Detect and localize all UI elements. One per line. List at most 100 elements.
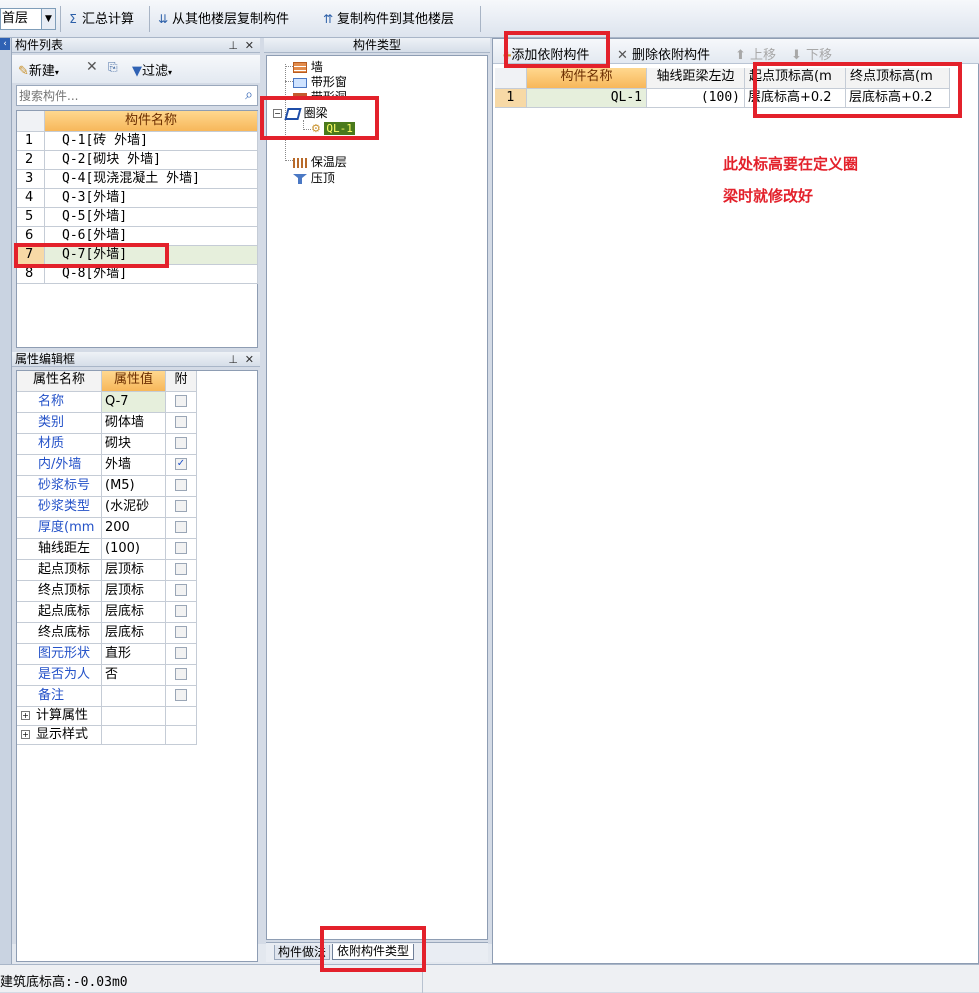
collapse-left-icon[interactable]: ‹ <box>0 38 10 50</box>
copy-down-icon: ⇊ <box>157 12 169 26</box>
property-value-cell[interactable]: 砌块 <box>102 434 166 455</box>
copy-to-floor-button[interactable]: ⇈ 复制构件到其他楼层 <box>321 9 454 29</box>
property-group-label: 计算属性 <box>36 708 89 723</box>
property-value-cell[interactable]: 200 <box>102 518 166 539</box>
pin-icon[interactable]: ⊥ <box>228 352 238 367</box>
property-value-cell[interactable]: Q-7 <box>102 392 166 413</box>
row-number[interactable]: 1 <box>17 132 45 151</box>
property-value-cell[interactable]: 层底标 <box>102 623 166 644</box>
attach-checkbox[interactable] <box>175 667 187 680</box>
move-down-button[interactable]: ⬇ 下移 <box>791 44 832 63</box>
component-list-title: 构件列表 <box>15 38 64 52</box>
property-group-attach <box>166 707 197 726</box>
copy-icon[interactable]: ⎘ <box>108 60 118 75</box>
property-value-header: 属性值 <box>102 371 166 392</box>
component-row-name[interactable]: Q-5[外墙] <box>45 208 258 227</box>
annotation-box-attached-tab <box>320 926 426 972</box>
attach-name-cell[interactable]: QL-1 <box>527 89 647 108</box>
attach-checkbox[interactable] <box>175 646 187 659</box>
filter-button[interactable]: ▼过滤▾ <box>132 60 172 79</box>
property-value-cell[interactable]: 层顶标 <box>102 581 166 602</box>
attach-checkbox[interactable] <box>175 520 187 533</box>
component-row-name[interactable]: Q-1[砖 外墙] <box>45 132 258 151</box>
property-value-cell[interactable] <box>102 686 166 707</box>
annotation-note-line1: 此处标高要在定义圈 <box>723 155 859 173</box>
component-search-input[interactable] <box>17 86 227 105</box>
attach-checkbox[interactable] <box>175 394 187 407</box>
sum-calc-button[interactable]: Σ 汇总计算 <box>66 9 134 29</box>
expand-icon[interactable]: + <box>21 730 30 739</box>
filter-label: 过滤 <box>142 64 169 79</box>
property-value-cell[interactable]: 直形 <box>102 644 166 665</box>
property-value-cell[interactable]: (100) <box>102 539 166 560</box>
property-value-cell[interactable]: 外墙 <box>102 455 166 476</box>
new-button[interactable]: ✎新建▾ <box>18 60 59 79</box>
attach-checkbox[interactable] <box>175 625 187 638</box>
property-value-cell[interactable]: 层底标 <box>102 602 166 623</box>
delete-icon[interactable]: ✕ <box>86 59 98 75</box>
property-name-cell: 名称 <box>17 392 102 413</box>
coping-icon <box>293 173 307 184</box>
property-group-row[interactable]: + 计算属性 <box>17 707 102 726</box>
attach-checkbox[interactable] <box>175 499 187 512</box>
attach-checkbox[interactable] <box>175 583 187 596</box>
tree-item-label: 墙 <box>310 60 323 74</box>
table-corner <box>495 68 527 89</box>
copy-from-floor-button[interactable]: ⇊ 从其他楼层复制构件 <box>156 9 289 29</box>
column-header-name[interactable]: 构件名称 <box>45 111 258 132</box>
property-name-cell: 砂浆标号 <box>17 476 102 497</box>
attached-component-panel: ✚添加依附构件 ✕ 删除依附构件 ⬆ 上移 ⬇ 下移 构件名称 轴线距梁左边 起… <box>492 38 979 964</box>
row-number[interactable]: 1 <box>495 89 527 108</box>
component-row-name[interactable]: Q-2[砌块 外墙] <box>45 151 258 170</box>
property-group-row[interactable]: + 显示样式 <box>17 726 102 745</box>
attach-checkbox[interactable] <box>175 415 187 428</box>
wall-icon <box>293 62 307 73</box>
copy-to-floor-label: 复制构件到其他楼层 <box>337 12 455 27</box>
property-value-cell[interactable]: 层顶标 <box>102 560 166 581</box>
component-row-name[interactable]: Q-3[外墙] <box>45 189 258 208</box>
move-up-button[interactable]: ⬆ 上移 <box>735 44 776 63</box>
property-value-cell[interactable]: (M5) <box>102 476 166 497</box>
property-value-cell[interactable]: (水泥砂 <box>102 497 166 518</box>
component-table: 构件名称 1 Q-1[砖 外墙] 2 Q-2[砌块 外墙] 3 Q-4[现浇混凝土 外墙]… <box>16 110 258 348</box>
pin-icon[interactable]: ⊥ <box>228 38 238 53</box>
attach-checkbox[interactable] <box>175 562 187 575</box>
component-type-tree: 墙 带形窗 带形洞 − 圈梁 ⚙ QL-1 保温层 压顶 <box>266 55 488 940</box>
close-icon[interactable]: ✕ <box>245 352 254 367</box>
expand-icon[interactable]: + <box>21 711 30 720</box>
tree-item-insulation[interactable]: 保温层 <box>293 153 347 170</box>
attach-offset-cell[interactable]: (100) <box>647 89 745 108</box>
property-attach-cell: ✓ <box>166 455 197 476</box>
attach-checkbox[interactable] <box>175 541 187 554</box>
attach-checkbox[interactable] <box>175 688 187 701</box>
attach-checkbox[interactable] <box>175 604 187 617</box>
column-header-offset[interactable]: 轴线距梁左边 <box>647 68 745 89</box>
attach-checkbox[interactable] <box>175 436 187 449</box>
copy-up-icon: ⇈ <box>322 12 334 26</box>
property-attach-cell <box>166 476 197 497</box>
property-value-cell[interactable]: 砌体墙 <box>102 413 166 434</box>
attach-checkbox[interactable]: ✓ <box>175 457 187 470</box>
close-icon[interactable]: ✕ <box>245 38 254 53</box>
delete-icon: ✕ <box>617 48 628 63</box>
floor-select[interactable]: 首层 ▼ <box>0 8 56 30</box>
delete-attached-button[interactable]: ✕ 删除依附构件 <box>617 44 710 63</box>
property-value-cell[interactable]: 否 <box>102 665 166 686</box>
copy-from-floor-label: 从其他楼层复制构件 <box>172 12 290 27</box>
property-editor-title-bar: 属性编辑框 ⊥ ✕ <box>12 352 260 367</box>
row-number[interactable]: 5 <box>17 208 45 227</box>
column-header-name[interactable]: 构件名称 <box>527 68 647 89</box>
arrow-up-icon: ⬆ <box>735 48 746 63</box>
annotation-note-line2: 梁时就修改好 <box>723 187 814 205</box>
row-number[interactable]: 3 <box>17 170 45 189</box>
search-icon[interactable]: ⌕ <box>245 87 253 103</box>
tree-item-coping[interactable]: 压顶 <box>293 169 335 186</box>
attach-checkbox[interactable] <box>175 478 187 491</box>
property-attach-cell <box>166 518 197 539</box>
row-number[interactable]: 2 <box>17 151 45 170</box>
row-number[interactable]: 4 <box>17 189 45 208</box>
component-row-name[interactable]: Q-4[现浇混凝土 外墙] <box>45 170 258 189</box>
property-attach-cell <box>166 602 197 623</box>
chevron-down-icon[interactable]: ▼ <box>41 9 55 29</box>
left-edge-strip: ‹ <box>0 38 12 964</box>
